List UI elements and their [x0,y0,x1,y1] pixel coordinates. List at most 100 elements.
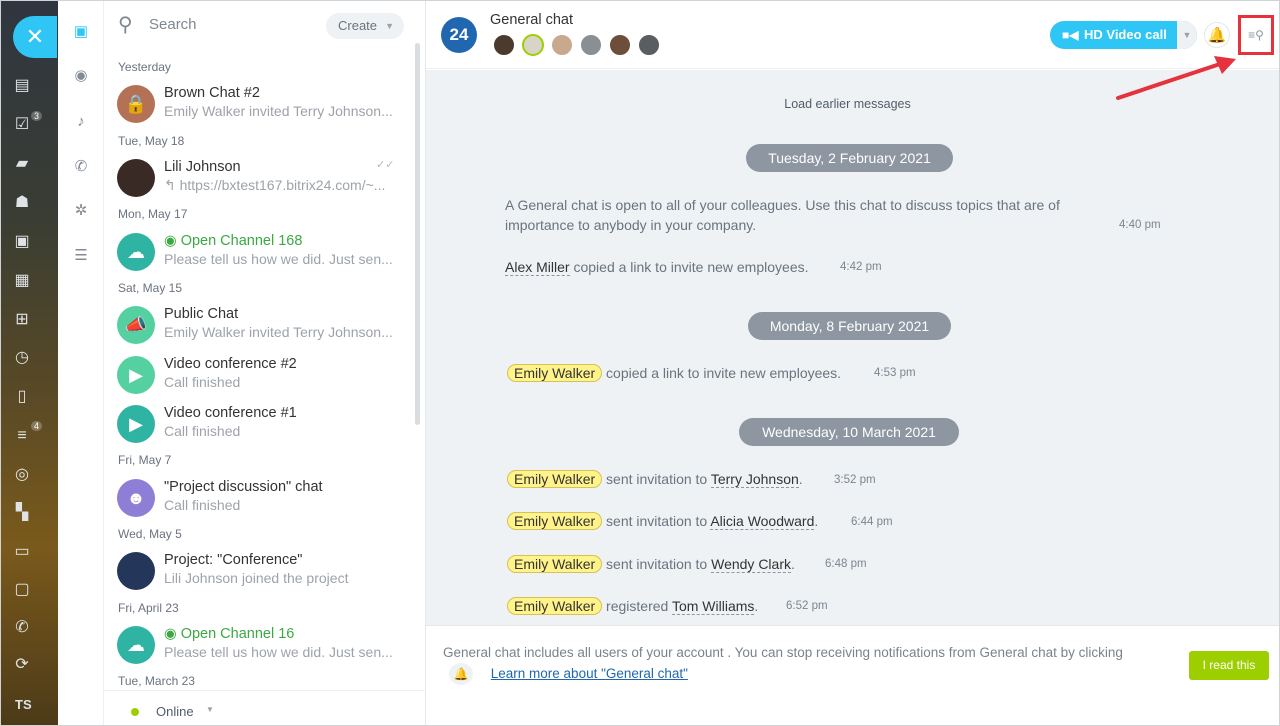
message-text: sent invitation to [606,471,708,487]
list-item[interactable]: 🔒 Brown Chat #2 Emily Walker invited Ter… [104,80,416,128]
date-header: Fri, May 7 [118,453,172,467]
tasks-list-icon[interactable]: ☰ [70,245,92,267]
message-time: 4:42 pm [840,261,882,273]
video-call-label: HD Video call [1084,27,1167,42]
notifications-bell-button[interactable]: 🔔 [1204,22,1230,48]
user-icon: ☻ [117,479,155,517]
list-item[interactable]: ☻ "Project discussion" chat Call finishe… [104,474,416,522]
close-messenger-button[interactable]: ✕ [13,16,57,58]
item-subtitle: Call finished [164,497,241,513]
message-text: copied a link to invite new employees. [573,259,809,275]
learn-more-link[interactable]: Learn more about "General chat" [491,666,688,681]
user-link[interactable]: Alex Miller [505,259,570,276]
avatar[interactable] [551,34,573,56]
item-subtitle: Emily Walker invited Terry Johnson... [164,324,393,340]
tasks-icon[interactable]: ☑ [11,114,33,136]
item-title: Lili Johnson [164,159,241,175]
avatar[interactable] [609,34,631,56]
list-item[interactable]: ☁ ◉ Open Channel 168 Please tell us how … [104,228,416,276]
notifications-icon[interactable]: ♪ [70,111,92,133]
search-icon: ⚲ [118,14,133,36]
search-input[interactable]: Search [149,16,197,33]
recent-scrollbar[interactable] [415,43,420,425]
date-header: Wed, May 5 [118,527,182,541]
feed-icon[interactable]: ▤ [11,75,33,97]
user-mention[interactable]: Emily Walker [507,512,603,530]
notice-text: General chat includes all users of your … [443,643,1133,685]
shop-icon[interactable]: ⊞ [11,309,33,331]
time-icon[interactable]: ◷ [11,347,33,369]
list-item[interactable]: ▶ Video conference #1 Call finished [104,400,416,448]
avatar [117,159,155,197]
calendar-icon[interactable]: ▦ [11,270,33,292]
message-time: 6:44 pm [851,516,893,528]
employees-icon[interactable]: ☗ [11,192,33,214]
date-header: Fri, April 23 [118,601,179,615]
lock-icon: 🔒 [117,85,155,123]
openlines-icon[interactable]: ◉ [70,65,92,87]
bell-icon[interactable]: 🔔 [449,663,473,685]
red-arrow-annotation [1116,56,1236,100]
user-mention[interactable]: Emily Walker [507,555,603,573]
chat-panel: 24 General chat ■◀ HD Video call ▼ 🔔 ≡⚲ … [426,1,1279,725]
video-camera-icon: ■◀ [1062,28,1079,42]
user-link[interactable]: Wendy Clark [711,556,791,573]
item-subtitle: Call finished [164,423,241,439]
goals-icon[interactable]: ◎ [11,464,33,486]
read-check-icon: ✓✓ [376,159,395,171]
left-rail: ✕ ▤ ☑ 3 ▰ ☗ ▣ ▦ ⊞ ◷ ▯ ≡ 4 ◎ ▚ ▭ ▢ ✆ ⟳ TS [1,1,58,725]
message-time: 4:40 pm [1119,219,1161,231]
item-subtitle: Call finished [164,374,241,390]
filter-badge: 4 [31,421,43,431]
message-text: registered [606,598,669,614]
chat-icon[interactable]: ▰ [11,153,33,175]
chevron-down-icon[interactable]: ▼ [1177,21,1197,49]
date-separator: Tuesday, 2 February 2021 [746,144,953,172]
chat-avatar[interactable]: 24 [441,17,477,53]
calls-icon[interactable]: ✆ [70,156,92,178]
list-item[interactable]: ☁ ◉ Open Channel 16 Please tell us how w… [104,621,416,669]
phone-icon[interactable]: ✆ [11,617,33,639]
video-camera-icon: ▶ [117,356,155,394]
i-read-this-button[interactable]: I read this [1189,651,1269,680]
user-initials[interactable]: TS [15,697,32,712]
create-label: Create [338,18,378,33]
list-item[interactable]: 📣 Public Chat Emily Walker invited Terry… [104,301,416,349]
apps-icon[interactable]: ▚ [11,502,33,524]
video-camera-icon: ▶ [117,405,155,443]
avatar[interactable] [580,34,602,56]
settings-icon[interactable]: ✲ [70,200,92,222]
item-title-text: Open Channel 16 [180,626,295,642]
user-mention[interactable]: Emily Walker [507,470,603,488]
status-selector[interactable]: Online ▼ [104,690,426,725]
user-link[interactable]: Tom Williams [671,598,755,615]
user-mention[interactable]: Emily Walker [507,597,603,615]
list-item[interactable]: Project: "Conference" Lili Johnson joine… [104,547,416,595]
messages-icon[interactable]: ▣ [70,21,92,43]
hd-video-call-button[interactable]: ■◀ HD Video call ▼ [1050,21,1197,49]
chat-title[interactable]: General chat [490,12,573,28]
item-subtitle: ↰ https://bxtest167.bitrix24.com/~... [164,177,386,193]
system-message: A General chat is open to all of your co… [505,197,1060,233]
window-icon[interactable]: ▢ [11,579,33,601]
printer-icon[interactable]: ▭ [11,541,33,563]
online-dot-icon [131,708,139,716]
user-mention[interactable]: Emily Walker [507,364,603,382]
avatar[interactable] [493,34,515,56]
message-text: copied a link to invite new employees. [606,365,842,381]
avatar[interactable] [638,34,660,56]
list-item[interactable]: Lili Johnson ✓✓ ↰ https://bxtest167.bitr… [104,154,416,202]
date-header: Mon, May 17 [118,207,188,221]
filter-icon[interactable]: ≡ [11,425,33,447]
item-title: ◉ Open Channel 16 [164,626,295,642]
list-item[interactable]: ▶ Video conference #2 Call finished [104,351,416,399]
crm-icon[interactable]: ▣ [11,231,33,253]
message-text: sent invitation to [606,513,708,529]
search-in-chat-button[interactable]: ≡⚲ [1238,15,1274,55]
create-button[interactable]: Create ▼ [326,13,404,39]
user-link[interactable]: Terry Johnson [710,471,799,488]
user-link[interactable]: Alicia Woodward [710,513,815,530]
avatar[interactable] [522,34,544,56]
sync-icon[interactable]: ⟳ [11,654,33,676]
documents-icon[interactable]: ▯ [11,386,33,408]
